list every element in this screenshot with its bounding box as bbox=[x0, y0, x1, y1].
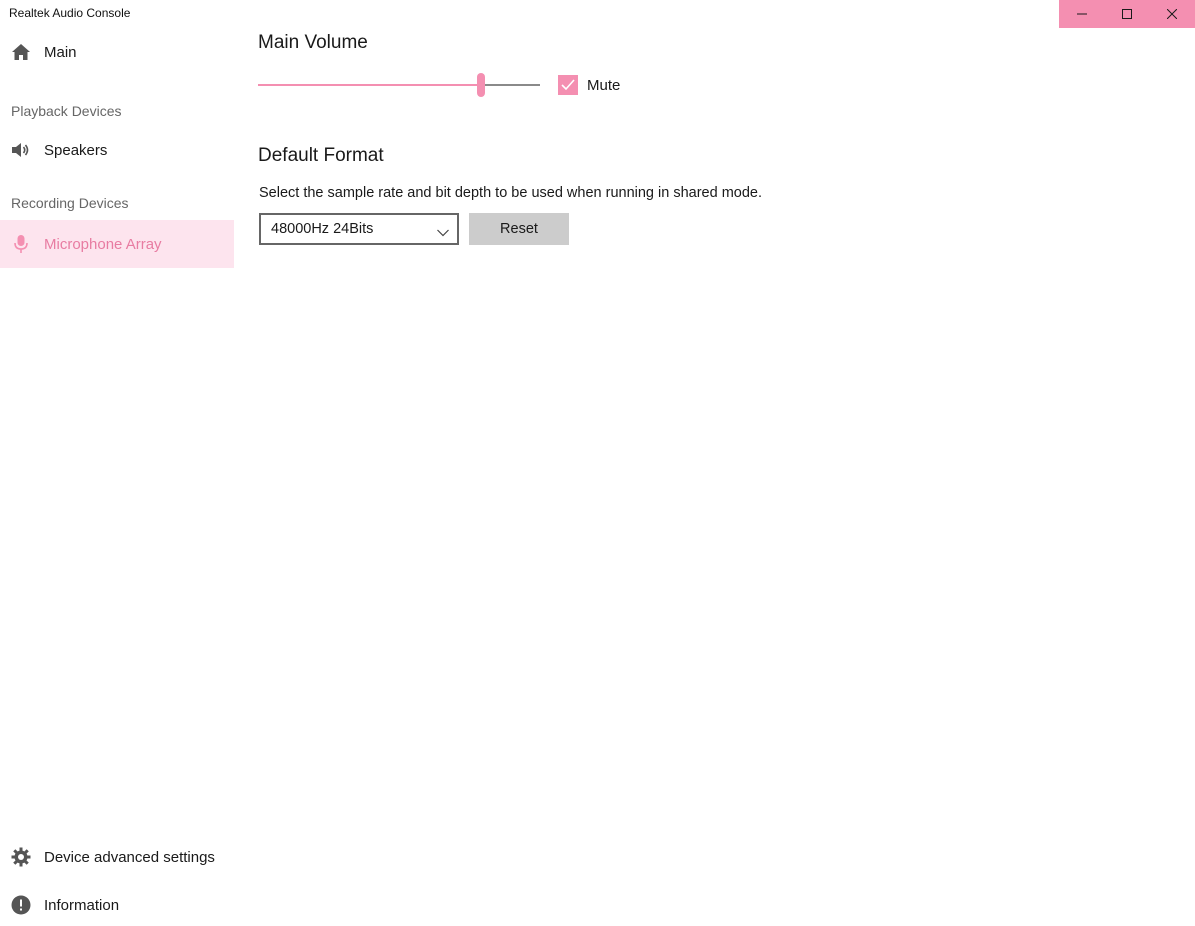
mute-label: Mute bbox=[587, 76, 621, 94]
maximize-icon bbox=[1121, 9, 1132, 19]
dropdown-value: 48000Hz 24Bits bbox=[271, 221, 374, 237]
mute-checkbox[interactable]: Mute bbox=[558, 75, 620, 95]
checkmark-icon bbox=[561, 79, 575, 91]
minimize-icon bbox=[1076, 13, 1087, 15]
speaker-icon bbox=[11, 140, 31, 160]
default-format-description: Select the sample rate and bit depth to … bbox=[259, 185, 762, 201]
sidebar-item-label: Information bbox=[44, 896, 120, 914]
sidebar-item-device-advanced-settings[interactable]: Device advanced settings bbox=[0, 833, 234, 881]
sample-rate-dropdown[interactable]: 48000Hz 24Bits bbox=[259, 213, 459, 245]
sidebar-item-label: Device advanced settings bbox=[44, 848, 215, 866]
microphone-icon bbox=[11, 234, 31, 254]
sidebar: Main Playback Devices Speakers Recording… bbox=[0, 28, 234, 926]
close-button[interactable] bbox=[1150, 0, 1195, 28]
slider-fill bbox=[258, 84, 481, 86]
gear-icon bbox=[11, 847, 31, 867]
recording-devices-header: Recording Devices bbox=[11, 195, 129, 211]
checkbox-box bbox=[558, 75, 578, 95]
app-window: Realtek Audio Console Main Playback Devi… bbox=[0, 0, 1195, 926]
sidebar-item-label: Speakers bbox=[44, 141, 108, 159]
sidebar-item-label: Microphone Array bbox=[44, 235, 162, 253]
title-bar: Realtek Audio Console bbox=[0, 0, 1195, 28]
minimize-button[interactable] bbox=[1059, 0, 1104, 28]
reset-button[interactable]: Reset bbox=[469, 213, 569, 245]
default-format-title: Default Format bbox=[258, 145, 384, 166]
sidebar-item-main[interactable]: Main bbox=[0, 28, 234, 76]
home-icon bbox=[11, 42, 31, 62]
info-icon bbox=[11, 895, 31, 915]
slider-thumb[interactable] bbox=[477, 73, 485, 97]
caption-buttons bbox=[1059, 0, 1195, 28]
chevron-down-icon bbox=[437, 224, 449, 242]
main-volume-title: Main Volume bbox=[258, 32, 368, 53]
main-volume-slider[interactable] bbox=[258, 73, 540, 97]
playback-devices-header: Playback Devices bbox=[11, 103, 122, 119]
sidebar-item-speakers[interactable]: Speakers bbox=[0, 126, 234, 174]
close-icon bbox=[1167, 9, 1178, 19]
maximize-button[interactable] bbox=[1104, 0, 1149, 28]
sidebar-item-information[interactable]: Information bbox=[0, 881, 234, 926]
app-title: Realtek Audio Console bbox=[9, 6, 131, 20]
sidebar-item-microphone-array[interactable]: Microphone Array bbox=[0, 220, 234, 268]
sidebar-item-label: Main bbox=[44, 43, 77, 61]
